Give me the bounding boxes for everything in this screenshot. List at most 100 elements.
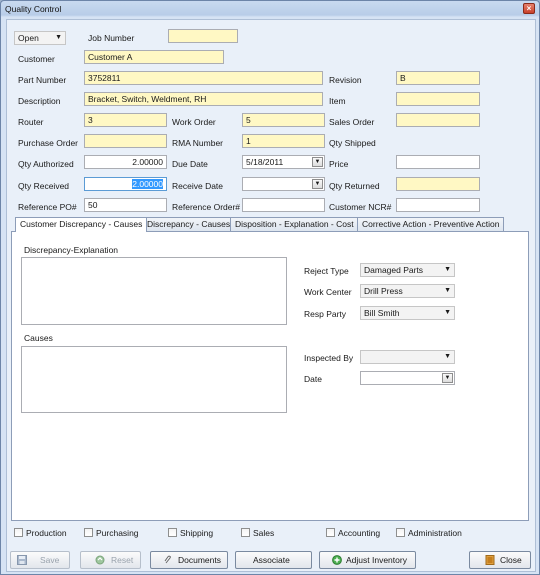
customer-ncr-field[interactable]	[396, 198, 480, 212]
close-label: Close	[500, 555, 522, 565]
qty-shipped-label: Qty Shipped	[329, 138, 376, 148]
documents-label: Documents	[178, 555, 221, 565]
floppy-disk-icon	[17, 555, 27, 565]
description-field[interactable]: Bracket, Switch, Weldment, RH	[84, 92, 323, 106]
title-bar: Quality Control ×	[1, 1, 539, 17]
date-picker[interactable]: ▼	[360, 371, 455, 385]
qty-received-selected-text: 2.00000	[132, 179, 163, 189]
door-exit-icon	[485, 555, 495, 565]
reference-order-field[interactable]	[242, 198, 325, 212]
sales-order-field[interactable]	[396, 113, 480, 127]
part-number-label: Part Number	[18, 75, 67, 85]
calendar-dropdown-icon[interactable]: ▼	[312, 179, 323, 189]
description-label: Description	[18, 96, 61, 106]
causes-label: Causes	[24, 333, 53, 343]
chevron-down-icon: ▼	[444, 287, 451, 294]
work-center-value: Drill Press	[364, 286, 403, 296]
save-button[interactable]: Save	[10, 551, 70, 569]
inspected-by-dropdown[interactable]: ▼	[360, 350, 455, 364]
tab-customer-discrepancy-causes[interactable]: Customer Discrepancy - Causes	[15, 217, 148, 232]
calendar-dropdown-icon[interactable]: ▼	[312, 157, 323, 167]
causes-textarea[interactable]	[21, 346, 287, 413]
qty-received-label: Qty Received	[18, 181, 70, 191]
sales-label: Sales	[253, 528, 275, 538]
sales-checkbox[interactable]	[241, 528, 250, 537]
purchase-order-label: Purchase Order	[18, 138, 78, 148]
receive-date-label: Receive Date	[172, 181, 224, 191]
router-field[interactable]: 3	[84, 113, 167, 127]
paperclip-icon	[163, 555, 173, 565]
reject-type-label: Reject Type	[304, 266, 349, 276]
customer-ncr-label: Customer NCR#	[329, 202, 392, 212]
administration-checkbox[interactable]	[396, 528, 405, 537]
price-label: Price	[329, 159, 349, 169]
qty-returned-label: Qty Returned	[329, 181, 380, 191]
item-field[interactable]	[396, 92, 480, 106]
administration-label: Administration	[408, 528, 462, 538]
revision-field[interactable]: B	[396, 71, 480, 85]
due-date-label: Due Date	[172, 159, 208, 169]
qty-authorized-field[interactable]: 2.00000	[84, 155, 167, 169]
purchasing-checkbox[interactable]	[84, 528, 93, 537]
due-date-value: 5/18/2011	[246, 157, 284, 167]
work-center-dropdown[interactable]: Drill Press ▼	[360, 284, 455, 298]
close-window-button[interactable]: ×	[523, 3, 535, 14]
work-order-field[interactable]: 5	[242, 113, 325, 127]
revision-label: Revision	[329, 75, 362, 85]
reject-type-dropdown[interactable]: Damaged Parts ▼	[360, 263, 455, 277]
tab-corrective-preventive-action[interactable]: Corrective Action - Preventive Action	[357, 217, 505, 231]
inspected-by-label: Inspected By	[304, 353, 354, 363]
resp-party-value: Bill Smith	[364, 308, 400, 318]
close-button[interactable]: Close	[469, 551, 531, 569]
router-label: Router	[18, 117, 44, 127]
part-number-field[interactable]: 3752811	[84, 71, 323, 85]
customer-label: Customer	[18, 54, 55, 64]
accounting-label: Accounting	[338, 528, 381, 538]
accounting-checkbox[interactable]	[326, 528, 335, 537]
date-label: Date	[304, 374, 322, 384]
plus-circle-icon	[332, 555, 342, 565]
rma-number-field[interactable]: 1	[242, 134, 325, 148]
quality-control-window: Quality Control × Open ▼ Job Number Cust…	[0, 0, 540, 575]
chevron-down-icon: ▼	[444, 309, 451, 316]
tab-disposition-explanation-cost[interactable]: Disposition - Explanation - Cost	[230, 217, 359, 231]
status-dropdown[interactable]: Open ▼	[14, 31, 66, 45]
reset-button[interactable]: Reset	[80, 551, 141, 569]
documents-button[interactable]: Documents	[150, 551, 228, 569]
reference-order-label: Reference Order#	[172, 202, 241, 212]
work-order-label: Work Order	[172, 117, 216, 127]
item-label: Item	[329, 96, 346, 106]
price-field[interactable]	[396, 155, 480, 169]
resp-party-label: Resp Party	[304, 309, 347, 319]
adjust-inventory-button[interactable]: Adjust Inventory	[319, 551, 416, 569]
due-date-picker[interactable]: 5/18/2011 ▼	[242, 155, 325, 169]
work-center-label: Work Center	[304, 287, 352, 297]
associate-button[interactable]: Associate	[235, 551, 312, 569]
window-title: Quality Control	[5, 4, 62, 14]
calendar-dropdown-icon[interactable]: ▼	[442, 373, 453, 383]
associate-label: Associate	[253, 555, 290, 565]
discrepancy-explanation-label: Discrepancy-Explanation	[24, 245, 119, 255]
resp-party-dropdown[interactable]: Bill Smith ▼	[360, 306, 455, 320]
status-value: Open	[18, 33, 39, 43]
reference-po-label: Reference PO#	[18, 202, 77, 212]
job-number-label: Job Number	[88, 33, 135, 43]
purchase-order-field[interactable]	[84, 134, 167, 148]
reference-po-field[interactable]: 50	[84, 198, 167, 212]
purchasing-label: Purchasing	[96, 528, 139, 538]
rma-number-label: RMA Number	[172, 138, 224, 148]
tab-discrepancy-causes[interactable]: Discrepancy - Causes	[142, 217, 236, 231]
adjust-inventory-label: Adjust Inventory	[346, 555, 407, 565]
reset-icon	[95, 555, 105, 565]
production-label: Production	[26, 528, 67, 538]
shipping-label: Shipping	[180, 528, 214, 538]
shipping-checkbox[interactable]	[168, 528, 177, 537]
qty-received-field[interactable]: 2.00000	[84, 177, 167, 191]
customer-field[interactable]: Customer A	[84, 50, 224, 64]
job-number-field[interactable]	[168, 29, 238, 43]
production-checkbox[interactable]	[14, 528, 23, 537]
discrepancy-explanation-textarea[interactable]	[21, 257, 287, 325]
chevron-down-icon: ▼	[444, 266, 451, 273]
receive-date-picker[interactable]: ▼	[242, 177, 325, 191]
qty-returned-field[interactable]	[396, 177, 480, 191]
